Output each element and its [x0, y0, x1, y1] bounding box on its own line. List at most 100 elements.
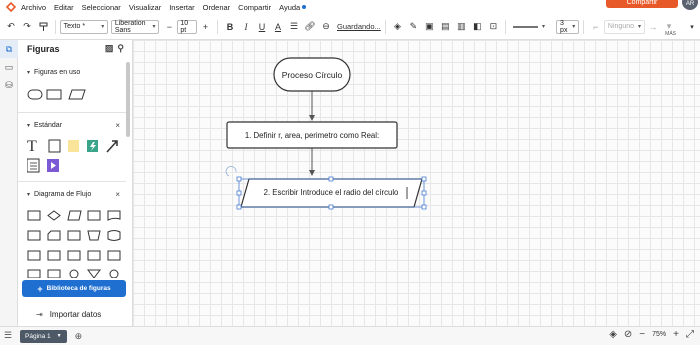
line-shape-icon[interactable]: ⌐ [589, 19, 603, 35]
data-icon[interactable]: ⛁ [0, 76, 18, 94]
arrow-end-icon[interactable]: → [646, 19, 660, 35]
fc-data-shape[interactable] [67, 210, 82, 221]
text-style-value: Texto * [63, 23, 86, 30]
resize-handle[interactable] [328, 204, 334, 210]
fc-internal-storage-shape[interactable] [27, 230, 41, 241]
process-shape[interactable] [46, 89, 62, 100]
panel-scrollbar[interactable] [126, 62, 130, 137]
align-left-icon[interactable]: ☰ [287, 19, 301, 35]
shape-style-icon[interactable]: ▣ [422, 19, 436, 35]
search-icon[interactable]: ⚲ [117, 43, 124, 54]
zoom-level[interactable]: 75% [652, 331, 666, 338]
line-color-icon[interactable]: ✎ [406, 19, 420, 35]
image-icon[interactable]: ▤ [438, 19, 452, 35]
menu-archivo[interactable]: Archivo [21, 3, 46, 12]
fc-database-shape[interactable] [107, 230, 121, 241]
fc-preparation-shape[interactable] [107, 250, 121, 261]
theme-icon[interactable]: ◧ [470, 19, 484, 35]
list-shape[interactable] [27, 158, 40, 173]
underline-icon[interactable]: U [255, 19, 269, 35]
menu-visualizar[interactable]: Visualizar [129, 3, 161, 12]
sticky-note-shape[interactable] [68, 140, 79, 152]
close-icon[interactable]: × [115, 121, 120, 130]
menu-compartir[interactable]: Compartir [238, 3, 271, 12]
section-in-use[interactable]: ▾ Figuras en uso [18, 66, 126, 78]
more-icon[interactable]: ▾ [685, 19, 699, 35]
page-list-icon[interactable]: ☰ [4, 330, 12, 341]
fill-color-icon[interactable]: ◈ [390, 19, 404, 35]
more-label[interactable]: MÁS [665, 31, 676, 37]
menu-seleccionar[interactable]: Seleccionar [82, 3, 121, 12]
arrow-style-select[interactable]: Ninguno ▾ [603, 19, 646, 34]
fc-manual-input-shape[interactable] [67, 230, 81, 241]
text-style-select[interactable]: Texto * ▾ [59, 19, 109, 34]
fc-connector-shape[interactable] [69, 269, 79, 278]
undo-icon[interactable]: ↶ [4, 19, 18, 35]
resize-handle[interactable] [236, 190, 242, 196]
fc-display-shape[interactable] [47, 250, 61, 261]
zoom-out-icon[interactable]: − [639, 329, 645, 340]
lucidchart-logo-icon[interactable] [6, 2, 16, 12]
resize-handle[interactable] [236, 176, 242, 182]
fc-loop-limit-shape[interactable] [67, 250, 81, 261]
layers-icon[interactable]: ◈ [609, 329, 617, 340]
fc-extract-shape[interactable] [47, 269, 61, 278]
fc-card-shape[interactable] [47, 230, 61, 241]
rotate-handle-icon[interactable] [225, 166, 237, 177]
page-tab[interactable]: Página 1 ▼ [20, 329, 67, 343]
fc-decision-shape[interactable] [47, 210, 61, 221]
fc-delay-shape[interactable] [87, 250, 101, 261]
data-shape[interactable] [68, 89, 86, 100]
menu-ordenar[interactable]: Ordenar [203, 3, 231, 12]
fc-manual-op-shape[interactable] [87, 230, 101, 241]
line-style-select[interactable]: ▾ [510, 20, 548, 34]
resize-handle[interactable] [236, 204, 242, 210]
image-search-icon[interactable]: ▨ [105, 43, 114, 54]
resize-handle[interactable] [421, 176, 427, 182]
rectangle-shape[interactable] [48, 139, 61, 153]
shape-library-button[interactable]: + Biblioteca de figuras [22, 280, 126, 297]
italic-icon[interactable]: I [239, 19, 253, 35]
redo-icon[interactable]: ↷ [20, 19, 34, 35]
text-color-icon[interactable]: A [271, 19, 285, 35]
fc-summing-shape[interactable] [109, 269, 119, 278]
close-icon[interactable]: × [115, 190, 120, 199]
resize-handle[interactable] [328, 176, 334, 182]
font-size-input[interactable]: 10 pt [177, 19, 198, 34]
menu-ayuda[interactable]: Ayuda [279, 3, 300, 12]
bold-icon[interactable]: B [223, 19, 237, 35]
fc-offpage-shape[interactable] [87, 269, 101, 278]
resize-handle[interactable] [421, 190, 427, 196]
fc-document-shape[interactable] [107, 210, 121, 221]
effects-icon[interactable]: ▥ [454, 19, 468, 35]
fc-stored-data-shape[interactable] [27, 250, 41, 261]
increase-font-size-icon[interactable]: + [198, 19, 212, 35]
fc-predefined-shape[interactable] [87, 210, 101, 221]
decrease-font-size-icon[interactable]: − [162, 19, 176, 35]
pages-icon[interactable]: ▭ [0, 58, 18, 76]
format-painter-icon[interactable] [36, 19, 50, 35]
fc-merge-shape[interactable] [27, 269, 41, 278]
terminator-shape[interactable] [27, 89, 43, 100]
canvas[interactable]: Proceso Círculo 1. Definir r, area, peri… [133, 40, 700, 326]
avatar[interactable]: AR [682, 0, 698, 10]
fullscreen-icon[interactable]: ⤢ [686, 329, 694, 340]
fc-process-shape[interactable] [27, 210, 41, 221]
menu-editar[interactable]: Editar [54, 3, 74, 12]
import-data-button[interactable]: ⇥ Importar datos [18, 305, 133, 323]
section-standard[interactable]: ▾ Estándar × [18, 119, 126, 131]
section-flowchart[interactable]: ▾ Diagrama de Flujo × [18, 188, 126, 200]
line-width-select[interactable]: 3 px ▾ [556, 19, 580, 34]
add-page-icon[interactable]: ⊕ [75, 331, 83, 342]
font-family-select[interactable]: Liberation Sans ▾ [110, 19, 160, 34]
resize-handle[interactable] [421, 204, 427, 210]
menu-insertar[interactable]: Insertar [169, 3, 194, 12]
zoom-in-icon[interactable]: + [673, 329, 679, 340]
container-icon[interactable]: ⊡ [486, 19, 500, 35]
link-icon[interactable]: 🔗︎ [303, 19, 317, 35]
navigate-icon[interactable]: ⊘ [624, 329, 632, 340]
text-shape[interactable]: T [27, 138, 37, 155]
arrow-shape[interactable] [106, 140, 118, 153]
share-button[interactable]: Compartir [606, 0, 678, 8]
shapes-icon[interactable]: ⧉ [0, 40, 18, 58]
